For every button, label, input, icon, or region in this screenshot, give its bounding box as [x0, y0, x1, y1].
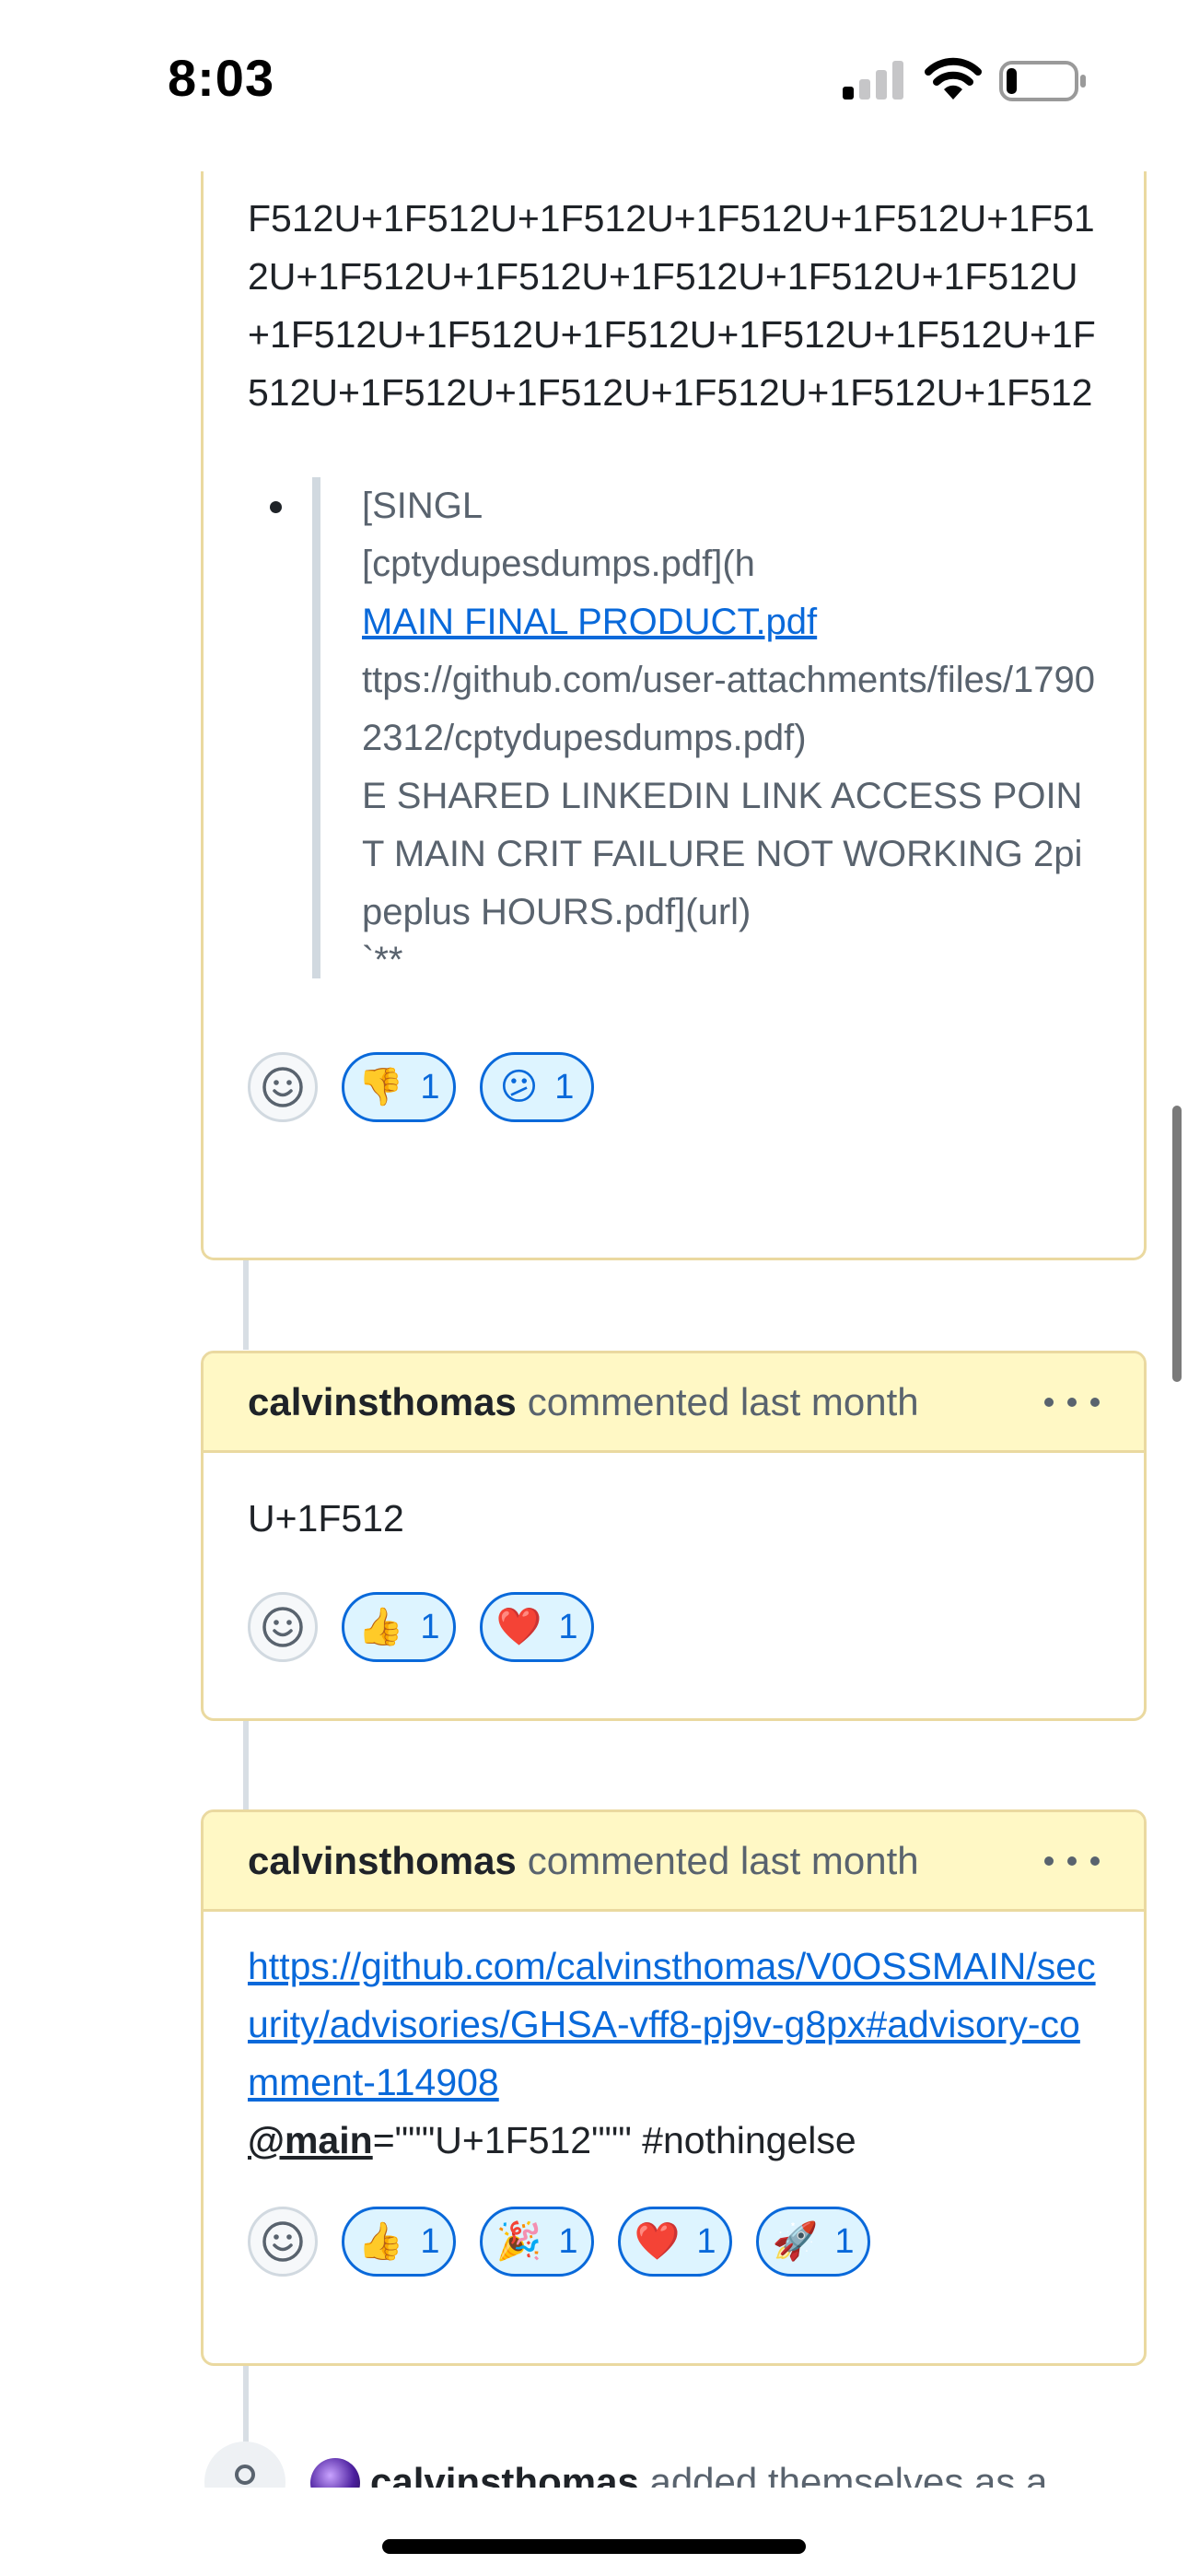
scrollbar[interactable]	[1172, 1106, 1182, 1382]
reaction-thumbs-up[interactable]: 👍 1	[342, 2207, 456, 2277]
quote-line: [SINGL	[362, 486, 483, 526]
home-indicator[interactable]	[382, 2539, 806, 2554]
comment-header: calvinsthomas commented last month	[204, 1353, 1144, 1453]
quote-line: `**	[362, 940, 403, 980]
reaction-hooray[interactable]: 🎉 1	[480, 2207, 594, 2277]
cellular-signal-icon	[843, 61, 903, 100]
comment-text: ="""U+1F512""" #nothingelse	[372, 2119, 856, 2161]
advisory-link[interactable]: https://github.com/calvinsthomas/V0OSSMA…	[248, 1945, 1096, 2103]
comment-card: F512U+1F512U+1F512U+1F512U+1F512U+1F512U…	[201, 171, 1147, 1260]
reaction-heart[interactable]: ❤️ 1	[480, 1592, 594, 1662]
reactions-bar: 👍 1 ❤️ 1	[248, 1592, 1100, 1662]
rocket-icon: 🚀	[772, 2221, 819, 2262]
quote-line: [cptydupesdumps.pdf](h	[362, 544, 755, 584]
smiley-icon	[262, 1067, 303, 1107]
add-reaction-button[interactable]	[248, 1592, 318, 1662]
reaction-count: 1	[420, 1607, 440, 1646]
wifi-icon	[925, 57, 982, 100]
comment-card: calvinsthomas commented last month https…	[201, 1809, 1147, 2366]
reaction-confused[interactable]: 😕 1	[480, 1052, 594, 1122]
reaction-count: 1	[558, 2221, 578, 2261]
timeline-connector	[243, 1719, 249, 1811]
battery-icon	[999, 61, 1086, 101]
party-popper-icon: 🎉	[495, 2221, 542, 2262]
thumbs-down-icon: 👎	[357, 1067, 404, 1107]
add-reaction-button[interactable]	[248, 2207, 318, 2277]
heart-icon: ❤️	[495, 1607, 542, 1647]
comment-header: calvinsthomas commented last month	[204, 1812, 1144, 1912]
smiley-icon	[262, 1607, 303, 1647]
reaction-count: 1	[554, 1067, 575, 1107]
reaction-count: 1	[420, 1067, 440, 1107]
reaction-count: 1	[834, 2221, 855, 2261]
add-reaction-button[interactable]	[248, 1052, 318, 1122]
comment-body: https://github.com/calvinsthomas/V0OSSMA…	[248, 1938, 1100, 2170]
quote-line: ttps://github.com/user-attachments/files…	[362, 660, 1095, 758]
quote-line: E SHARED LINKEDIN LINK ACCESS POINT MAIN…	[362, 776, 1083, 932]
user-mention[interactable]: @main	[248, 2119, 373, 2161]
reactions-bar: 👎 1 😕 1	[248, 1052, 1100, 1122]
quote-list: [SINGL [cptydupesdumps.pdf](h MAIN FINAL…	[248, 477, 1100, 978]
list-bullet	[270, 501, 282, 513]
screen-bottom	[0, 2488, 1188, 2576]
status-time: 8:03	[168, 49, 275, 107]
reaction-thumbs-down[interactable]: 👎 1	[342, 1052, 456, 1122]
comment-body: U+1F512	[248, 1497, 404, 1540]
heart-icon: ❤️	[634, 2221, 681, 2262]
reaction-rocket[interactable]: 🚀 1	[756, 2207, 870, 2277]
comment-body: F512U+1F512U+1F512U+1F512U+1F512U+1F512U…	[248, 197, 1096, 414]
reaction-count: 1	[558, 1607, 578, 1646]
reaction-heart[interactable]: ❤️ 1	[618, 2207, 732, 2277]
comment-meta: commented last month	[527, 1838, 919, 1882]
thumbs-up-icon: 👍	[357, 2221, 404, 2262]
confused-face-icon: 😕	[499, 1067, 539, 1107]
comment-card: calvinsthomas commented last month U+1F5…	[201, 1351, 1147, 1721]
reaction-count: 1	[420, 2221, 440, 2261]
more-options-icon[interactable]	[1044, 1384, 1100, 1421]
comment-author[interactable]: calvinsthomas	[248, 1839, 517, 1883]
comment-meta: commented last month	[527, 1379, 919, 1423]
comment-author[interactable]: calvinsthomas	[248, 1380, 517, 1424]
reaction-count: 1	[696, 2221, 716, 2261]
thumbs-up-icon: 👍	[357, 1607, 404, 1647]
smiley-icon	[262, 2221, 303, 2262]
reaction-thumbs-up[interactable]: 👍 1	[342, 1592, 456, 1662]
timeline-connector	[243, 1258, 249, 1350]
attachment-link[interactable]: MAIN FINAL PRODUCT.pdf	[362, 602, 817, 642]
reactions-bar: 👍 1 🎉 1 ❤️ 1 🚀 1	[248, 2207, 1100, 2277]
status-bar: 8:03	[0, 0, 1188, 166]
more-options-icon[interactable]	[1044, 1843, 1100, 1879]
blockquote: [SINGL [cptydupesdumps.pdf](h MAIN FINAL…	[312, 477, 1100, 978]
